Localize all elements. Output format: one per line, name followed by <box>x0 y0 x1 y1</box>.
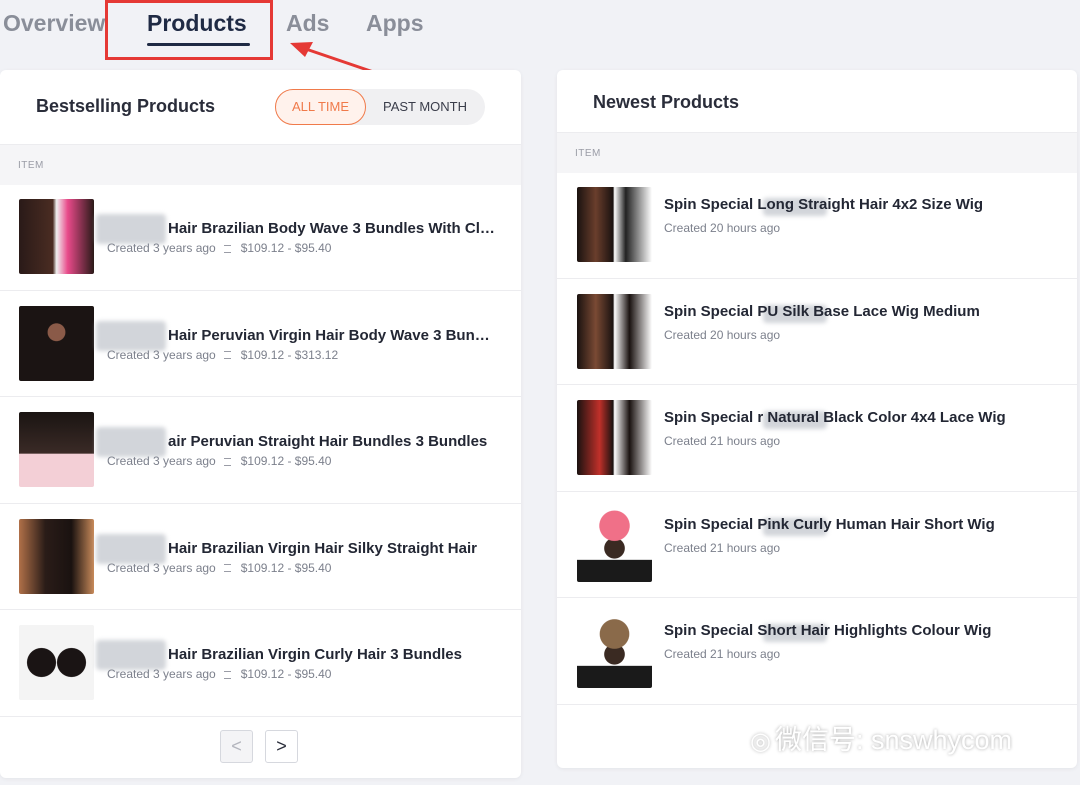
blurred-text <box>96 427 166 457</box>
product-meta: Created 20 hours ago <box>664 328 780 342</box>
column-item-label: ITEM <box>18 160 44 171</box>
product-thumbnail <box>577 507 652 582</box>
product-name: Spin Special Short Hair Highlights Colou… <box>664 622 1056 639</box>
time-range-toggle: ALL TIME PAST MONTH <box>275 89 485 125</box>
product-thumbnail <box>577 294 652 369</box>
blurred-text <box>96 640 166 670</box>
next-page-button[interactable]: > <box>265 730 298 763</box>
product-meta: Created 3 years ago $109.12 - $95.40 <box>107 454 331 468</box>
list-item[interactable]: Hair Brazilian Virgin Hair Silky Straigh… <box>0 504 521 611</box>
product-name: Spin Special Pink Curly Human Hair Short… <box>664 516 1056 533</box>
product-name: Hair Brazilian Virgin Hair Silky Straigh… <box>168 540 496 557</box>
list-item[interactable]: Spin Special PU Silk Base Lace Wig Mediu… <box>557 279 1077 386</box>
price-range: $109.12 - $95.40 <box>241 454 332 468</box>
price-icon <box>224 458 231 466</box>
newest-products-card: Newest Products ITEM Spin Special Long S… <box>557 70 1077 768</box>
product-thumbnail <box>577 400 652 475</box>
product-meta: Created 3 years ago $109.12 - $95.40 <box>107 667 331 681</box>
price-range: $109.12 - $313.12 <box>241 348 338 362</box>
blurred-text <box>96 321 166 351</box>
list-item[interactable]: Hair Peruvian Virgin Hair Body Wave 3 Bu… <box>0 291 521 398</box>
tab-apps[interactable]: Apps <box>366 10 424 37</box>
list-item[interactable]: Spin Special Pink Curly Human Hair Short… <box>557 492 1077 599</box>
list-item[interactable]: Hair Brazilian Virgin Curly Hair 3 Bundl… <box>0 610 521 717</box>
price-icon <box>224 351 231 359</box>
list-item[interactable]: Spin Special r Natural Black Color 4x4 L… <box>557 385 1077 492</box>
product-meta: Created 21 hours ago <box>664 434 780 448</box>
price-range: $109.12 - $95.40 <box>241 241 332 255</box>
price-icon <box>224 245 231 253</box>
newest-list: Spin Special Long Straight Hair 4x2 Size… <box>557 172 1077 705</box>
top-tab-bar: Overview Products Ads Apps <box>0 0 1080 60</box>
product-name: Hair Peruvian Virgin Hair Body Wave 3 Bu… <box>168 327 496 344</box>
column-header: ITEM <box>557 132 1077 173</box>
column-header: ITEM <box>0 144 521 185</box>
annotation-highlight-box <box>105 0 273 60</box>
list-item[interactable]: Spin Special Long Straight Hair 4x2 Size… <box>557 172 1077 279</box>
blurred-text <box>96 214 166 244</box>
column-item-label: ITEM <box>575 148 601 159</box>
newest-title: Newest Products <box>593 92 739 113</box>
watermark: ◎微信号: snswhycom <box>750 718 1012 757</box>
bestselling-title: Bestselling Products <box>36 96 215 117</box>
created-date: Created 3 years ago <box>107 241 216 255</box>
product-meta: Created 3 years ago $109.12 - $313.12 <box>107 348 338 362</box>
product-thumbnail <box>19 199 94 274</box>
tab-overview[interactable]: Overview <box>3 10 105 37</box>
product-name: Hair Brazilian Virgin Curly Hair 3 Bundl… <box>168 646 496 663</box>
price-icon <box>224 564 231 572</box>
product-name: Spin Special r Natural Black Color 4x4 L… <box>664 409 1056 426</box>
product-thumbnail <box>19 625 94 700</box>
product-name: Hair Brazilian Body Wave 3 Bundles With … <box>168 220 496 237</box>
product-thumbnail <box>19 306 94 381</box>
product-thumbnail <box>577 187 652 262</box>
product-name: Spin Special PU Silk Base Lace Wig Mediu… <box>664 303 1056 320</box>
price-icon <box>224 671 231 679</box>
watermark-text: 微信号: snswhycom <box>775 725 1012 755</box>
bestselling-products-card: Bestselling Products ALL TIME PAST MONTH… <box>0 70 521 778</box>
product-meta: Created 21 hours ago <box>664 541 780 555</box>
list-item[interactable]: Spin Special Short Hair Highlights Colou… <box>557 598 1077 705</box>
product-name: air Peruvian Straight Hair Bundles 3 Bun… <box>168 433 496 450</box>
created-date: Created 3 years ago <box>107 667 216 681</box>
created-date: Created 3 years ago <box>107 454 216 468</box>
product-meta: Created 3 years ago $109.12 - $95.40 <box>107 241 331 255</box>
tab-ads[interactable]: Ads <box>286 10 329 37</box>
price-range: $109.12 - $95.40 <box>241 561 332 575</box>
product-meta: Created 20 hours ago <box>664 221 780 235</box>
bestselling-list: Hair Brazilian Body Wave 3 Bundles With … <box>0 184 521 717</box>
created-date: Created 3 years ago <box>107 561 216 575</box>
product-name: Spin Special Long Straight Hair 4x2 Size… <box>664 196 1056 213</box>
prev-page-button[interactable]: < <box>220 730 253 763</box>
product-thumbnail <box>19 519 94 594</box>
wechat-icon: ◎ <box>750 728 771 755</box>
product-meta: Created 3 years ago $109.12 - $95.40 <box>107 561 331 575</box>
list-item[interactable]: Hair Brazilian Body Wave 3 Bundles With … <box>0 184 521 291</box>
product-meta: Created 21 hours ago <box>664 647 780 661</box>
product-thumbnail <box>19 412 94 487</box>
price-range: $109.12 - $95.40 <box>241 667 332 681</box>
created-date: Created 3 years ago <box>107 348 216 362</box>
product-thumbnail <box>577 613 652 688</box>
toggle-past-month[interactable]: PAST MONTH <box>371 90 479 124</box>
toggle-all-time[interactable]: ALL TIME <box>275 89 366 125</box>
blurred-text <box>96 534 166 564</box>
list-item[interactable]: air Peruvian Straight Hair Bundles 3 Bun… <box>0 397 521 504</box>
